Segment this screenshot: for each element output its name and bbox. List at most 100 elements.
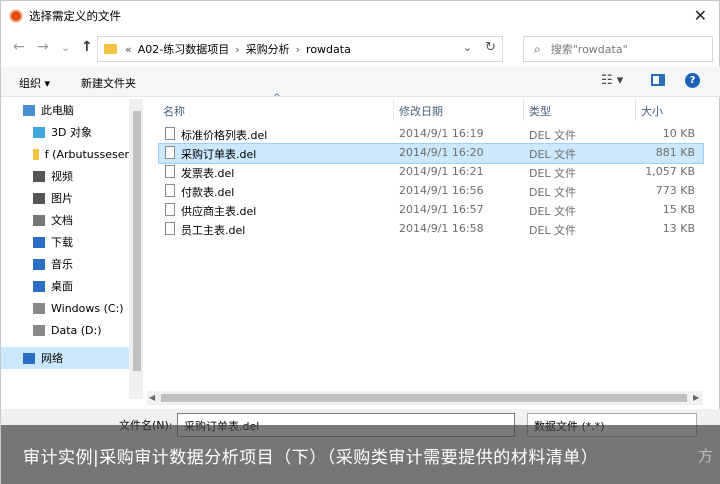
column-header-size[interactable]: 大小 <box>641 103 663 119</box>
file-size: 881 KB <box>655 146 695 159</box>
sidebar-item[interactable]: 下载 <box>1 231 129 253</box>
address-bar[interactable]: « A02-练习数据项目 › 采购分析 › rowdata ⌄ ↻ <box>97 36 503 62</box>
up-arrow-icon[interactable]: ↑ <box>81 39 93 55</box>
file-type: DEL 文件 <box>529 167 577 180</box>
new-folder-button[interactable]: 新建文件夹 <box>81 75 136 91</box>
recent-locations-icon[interactable]: ⌄ <box>61 41 70 54</box>
sidebar-item-label: f (Arbutusseser <box>44 147 129 161</box>
file-size: 13 KB <box>662 222 695 235</box>
column-divider[interactable] <box>523 99 524 121</box>
file-icon <box>165 203 175 216</box>
column-divider[interactable] <box>635 99 636 121</box>
file-row[interactable]: 发票表.del 2014/9/1 16:21 DEL 文件 1,057 KB <box>159 163 703 182</box>
sidebar-item[interactable]: 网络 <box>1 347 129 369</box>
sidebar-item[interactable]: 桌面 <box>1 275 129 297</box>
video-icon <box>33 170 45 182</box>
horizontal-scrollbar-thumb[interactable] <box>161 394 687 402</box>
address-dropdown-icon[interactable]: ⌄ <box>463 41 472 54</box>
forward-arrow-icon[interactable]: → <box>37 39 49 55</box>
back-arrow-icon[interactable]: ← <box>13 39 25 55</box>
column-header-type[interactable]: 类型 <box>529 103 551 119</box>
scroll-left-icon[interactable]: ◀ <box>149 393 155 402</box>
sidebar-item[interactable]: f (Arbutusseser <box>1 143 129 165</box>
column-header-row: 名称 ^ 修改日期 类型 大小 <box>147 93 703 121</box>
file-modified: 2014/9/1 16:56 <box>399 184 484 197</box>
sidebar-item[interactable]: 图片 <box>1 187 129 209</box>
watermark: 方 <box>697 447 713 465</box>
drive-c-icon <box>33 302 45 314</box>
sidebar-item-label: Windows (C:) <box>51 301 124 315</box>
file-list: 名称 ^ 修改日期 类型 大小 标准价格列表.del 2014/9/1 16:19… <box>147 93 704 395</box>
file-row[interactable]: 付款表.del 2014/9/1 16:56 DEL 文件 773 KB <box>159 182 703 201</box>
column-divider[interactable] <box>393 99 394 121</box>
file-type: DEL 文件 <box>529 224 577 237</box>
file-icon <box>165 165 175 178</box>
window-title: 选择需定义的文件 <box>29 9 121 23</box>
file-name: 供应商主表.del <box>181 205 257 218</box>
sidebar-item-label: 此电脑 <box>41 104 74 117</box>
file-modified: 2014/9/1 16:19 <box>399 127 484 140</box>
sidebar-item[interactable]: Windows (C:) <box>1 297 129 319</box>
navigation-pane: 此电脑 3D 对象 f (Arbutusseser 视频图片文档下载音乐 桌面 Windo… <box>1 99 129 399</box>
music-icon <box>33 258 45 270</box>
file-name: 员工主表.del <box>181 224 246 237</box>
sidebar-item-label: 3D 对象 <box>51 126 92 139</box>
preview-pane-icon[interactable] <box>651 74 665 86</box>
file-size: 10 KB <box>662 127 695 140</box>
breadcrumb-item[interactable]: 采购分析 <box>246 41 290 57</box>
organize-button[interactable]: 组织 ▾ <box>19 75 50 91</box>
caption-text: 审计实例|采购审计数据分析项目（下）（采购类审计需要提供的材料清单） <box>23 447 599 468</box>
sidebar-item-label: 视频 <box>51 170 73 183</box>
file-name: 标准价格列表.del <box>181 129 268 142</box>
sidebar-item[interactable]: Data (D:) <box>1 319 129 341</box>
desktop-icon <box>33 280 45 292</box>
pc-icon <box>23 104 35 116</box>
document-icon <box>33 214 45 226</box>
sidebar-item-label: 网络 <box>41 352 63 365</box>
file-size: 773 KB <box>655 184 695 197</box>
drive-d-icon <box>33 324 45 336</box>
file-icon <box>165 146 175 159</box>
breadcrumb-item[interactable]: A02-练习数据项目 <box>138 41 230 57</box>
file-modified: 2014/9/1 16:57 <box>399 203 484 216</box>
view-options-icon[interactable]: ☷ ▾ <box>601 73 623 88</box>
app-icon <box>9 9 23 23</box>
file-row[interactable]: 采购订单表.del 2014/9/1 16:20 DEL 文件 881 KB <box>158 143 704 164</box>
sidebar-item[interactable]: 3D 对象 <box>1 121 129 143</box>
sidebar-item-label: 图片 <box>51 192 73 205</box>
scroll-right-icon[interactable]: ▶ <box>693 393 699 402</box>
file-size: 1,057 KB <box>645 165 695 178</box>
breadcrumb-overflow[interactable]: « <box>125 43 132 56</box>
file-row[interactable]: 供应商主表.del 2014/9/1 16:57 DEL 文件 15 KB <box>159 201 703 220</box>
file-name: 付款表.del <box>181 186 235 199</box>
command-bar: 组织 ▾ 新建文件夹 ☷ ▾ ? <box>1 67 720 97</box>
sidebar-item-label: 下载 <box>51 236 73 249</box>
sidebar-item[interactable]: 此电脑 <box>1 99 129 121</box>
sidebar-item-label: Data (D:) <box>51 323 102 337</box>
search-placeholder: 搜索"rowdata" <box>550 43 628 56</box>
column-header-modified[interactable]: 修改日期 <box>399 103 443 119</box>
sidebar-item[interactable]: 视频 <box>1 165 129 187</box>
network-drive-icon <box>33 148 39 160</box>
sidebar-scrollbar-thumb[interactable] <box>133 111 141 371</box>
file-size: 15 KB <box>662 203 695 216</box>
file-icon <box>165 127 175 140</box>
folder-icon <box>104 44 117 54</box>
column-header-name[interactable]: 名称 <box>163 103 185 119</box>
file-row[interactable]: 员工主表.del 2014/9/1 16:58 DEL 文件 13 KB <box>159 220 703 239</box>
file-type: DEL 文件 <box>529 205 577 218</box>
help-icon[interactable]: ? <box>685 73 700 88</box>
file-row[interactable]: 标准价格列表.del 2014/9/1 16:19 DEL 文件 10 KB <box>159 125 703 144</box>
file-icon <box>165 184 175 197</box>
search-input[interactable]: ⌕ 搜索"rowdata" <box>523 36 713 62</box>
sidebar-item[interactable]: 文档 <box>1 209 129 231</box>
search-icon: ⌕ <box>534 41 541 56</box>
refresh-icon[interactable]: ↻ <box>485 40 496 55</box>
file-name: 发票表.del <box>181 167 235 180</box>
close-icon[interactable]: ✕ <box>694 6 707 25</box>
sidebar-item[interactable]: 音乐 <box>1 253 129 275</box>
navigation-bar: ← → ⌄ ↑ « A02-练习数据项目 › 采购分析 › rowdata ⌄ … <box>1 33 720 63</box>
breadcrumb-item[interactable]: rowdata <box>306 43 351 56</box>
file-icon <box>165 222 175 235</box>
sort-ascending-icon: ^ <box>273 93 281 103</box>
